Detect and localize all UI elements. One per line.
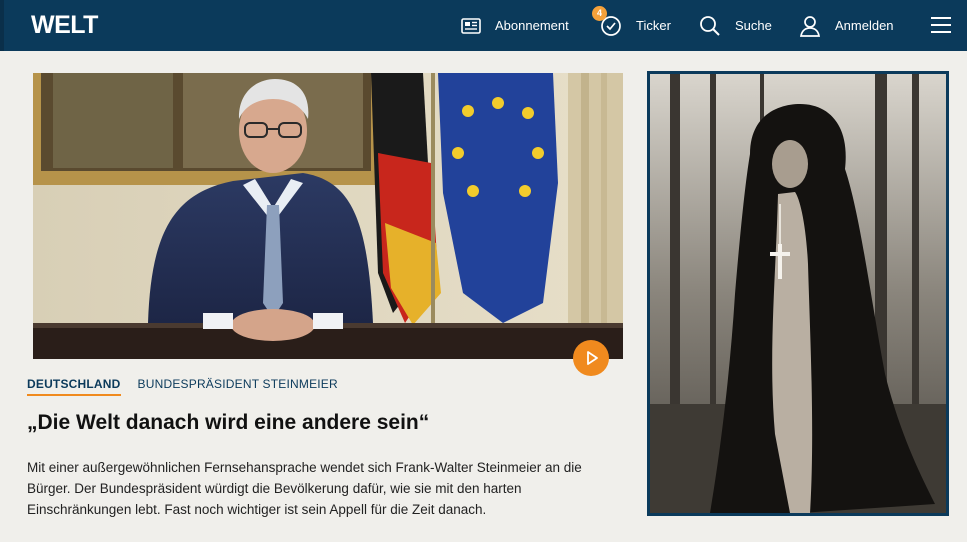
nav-ticker-label: Ticker [636, 18, 671, 33]
page: WELT Abonnement 4 Ticker Suche Anmelden … [0, 0, 967, 542]
nav-search-label: Suche [735, 18, 772, 33]
nav-login[interactable]: Anmelden [799, 0, 894, 51]
nav-ticker[interactable]: 4 Ticker [592, 0, 671, 51]
nav-search[interactable]: Suche [699, 0, 772, 51]
clock-check-icon: 4 [592, 5, 622, 37]
nav-subscription-label: Abonnement [495, 18, 569, 33]
nav-login-label: Anmelden [835, 18, 894, 33]
ticker-badge: 4 [592, 5, 607, 21]
search-icon [699, 15, 721, 37]
top-navigation-bar: WELT Abonnement 4 Ticker Suche Anmelden [0, 0, 967, 51]
side-ad-photo [650, 74, 946, 513]
user-icon [799, 15, 821, 37]
welt-logo[interactable]: WELT [31, 12, 98, 38]
hero-photo [33, 73, 623, 359]
article-headline[interactable]: „Die Welt danach wird eine andere sein“ [27, 409, 617, 437]
topic-link[interactable]: BUNDESPRÄSIDENT STEINMEIER [138, 377, 338, 396]
nav-subscription[interactable]: Abonnement [461, 0, 569, 51]
menu-icon[interactable] [931, 17, 951, 33]
play-video-button[interactable] [573, 340, 609, 376]
play-icon [587, 351, 598, 365]
article-hero-image[interactable] [33, 73, 623, 359]
newspaper-icon [461, 17, 481, 34]
article-teaser: Mit einer außergewöhnlichen Fernsehanspr… [27, 460, 582, 517]
section-link[interactable]: DEUTSCHLAND [27, 377, 121, 396]
side-ad-image[interactable] [647, 71, 949, 516]
article-kicker: DEUTSCHLAND BUNDESPRÄSIDENT STEINMEIER [27, 377, 338, 396]
